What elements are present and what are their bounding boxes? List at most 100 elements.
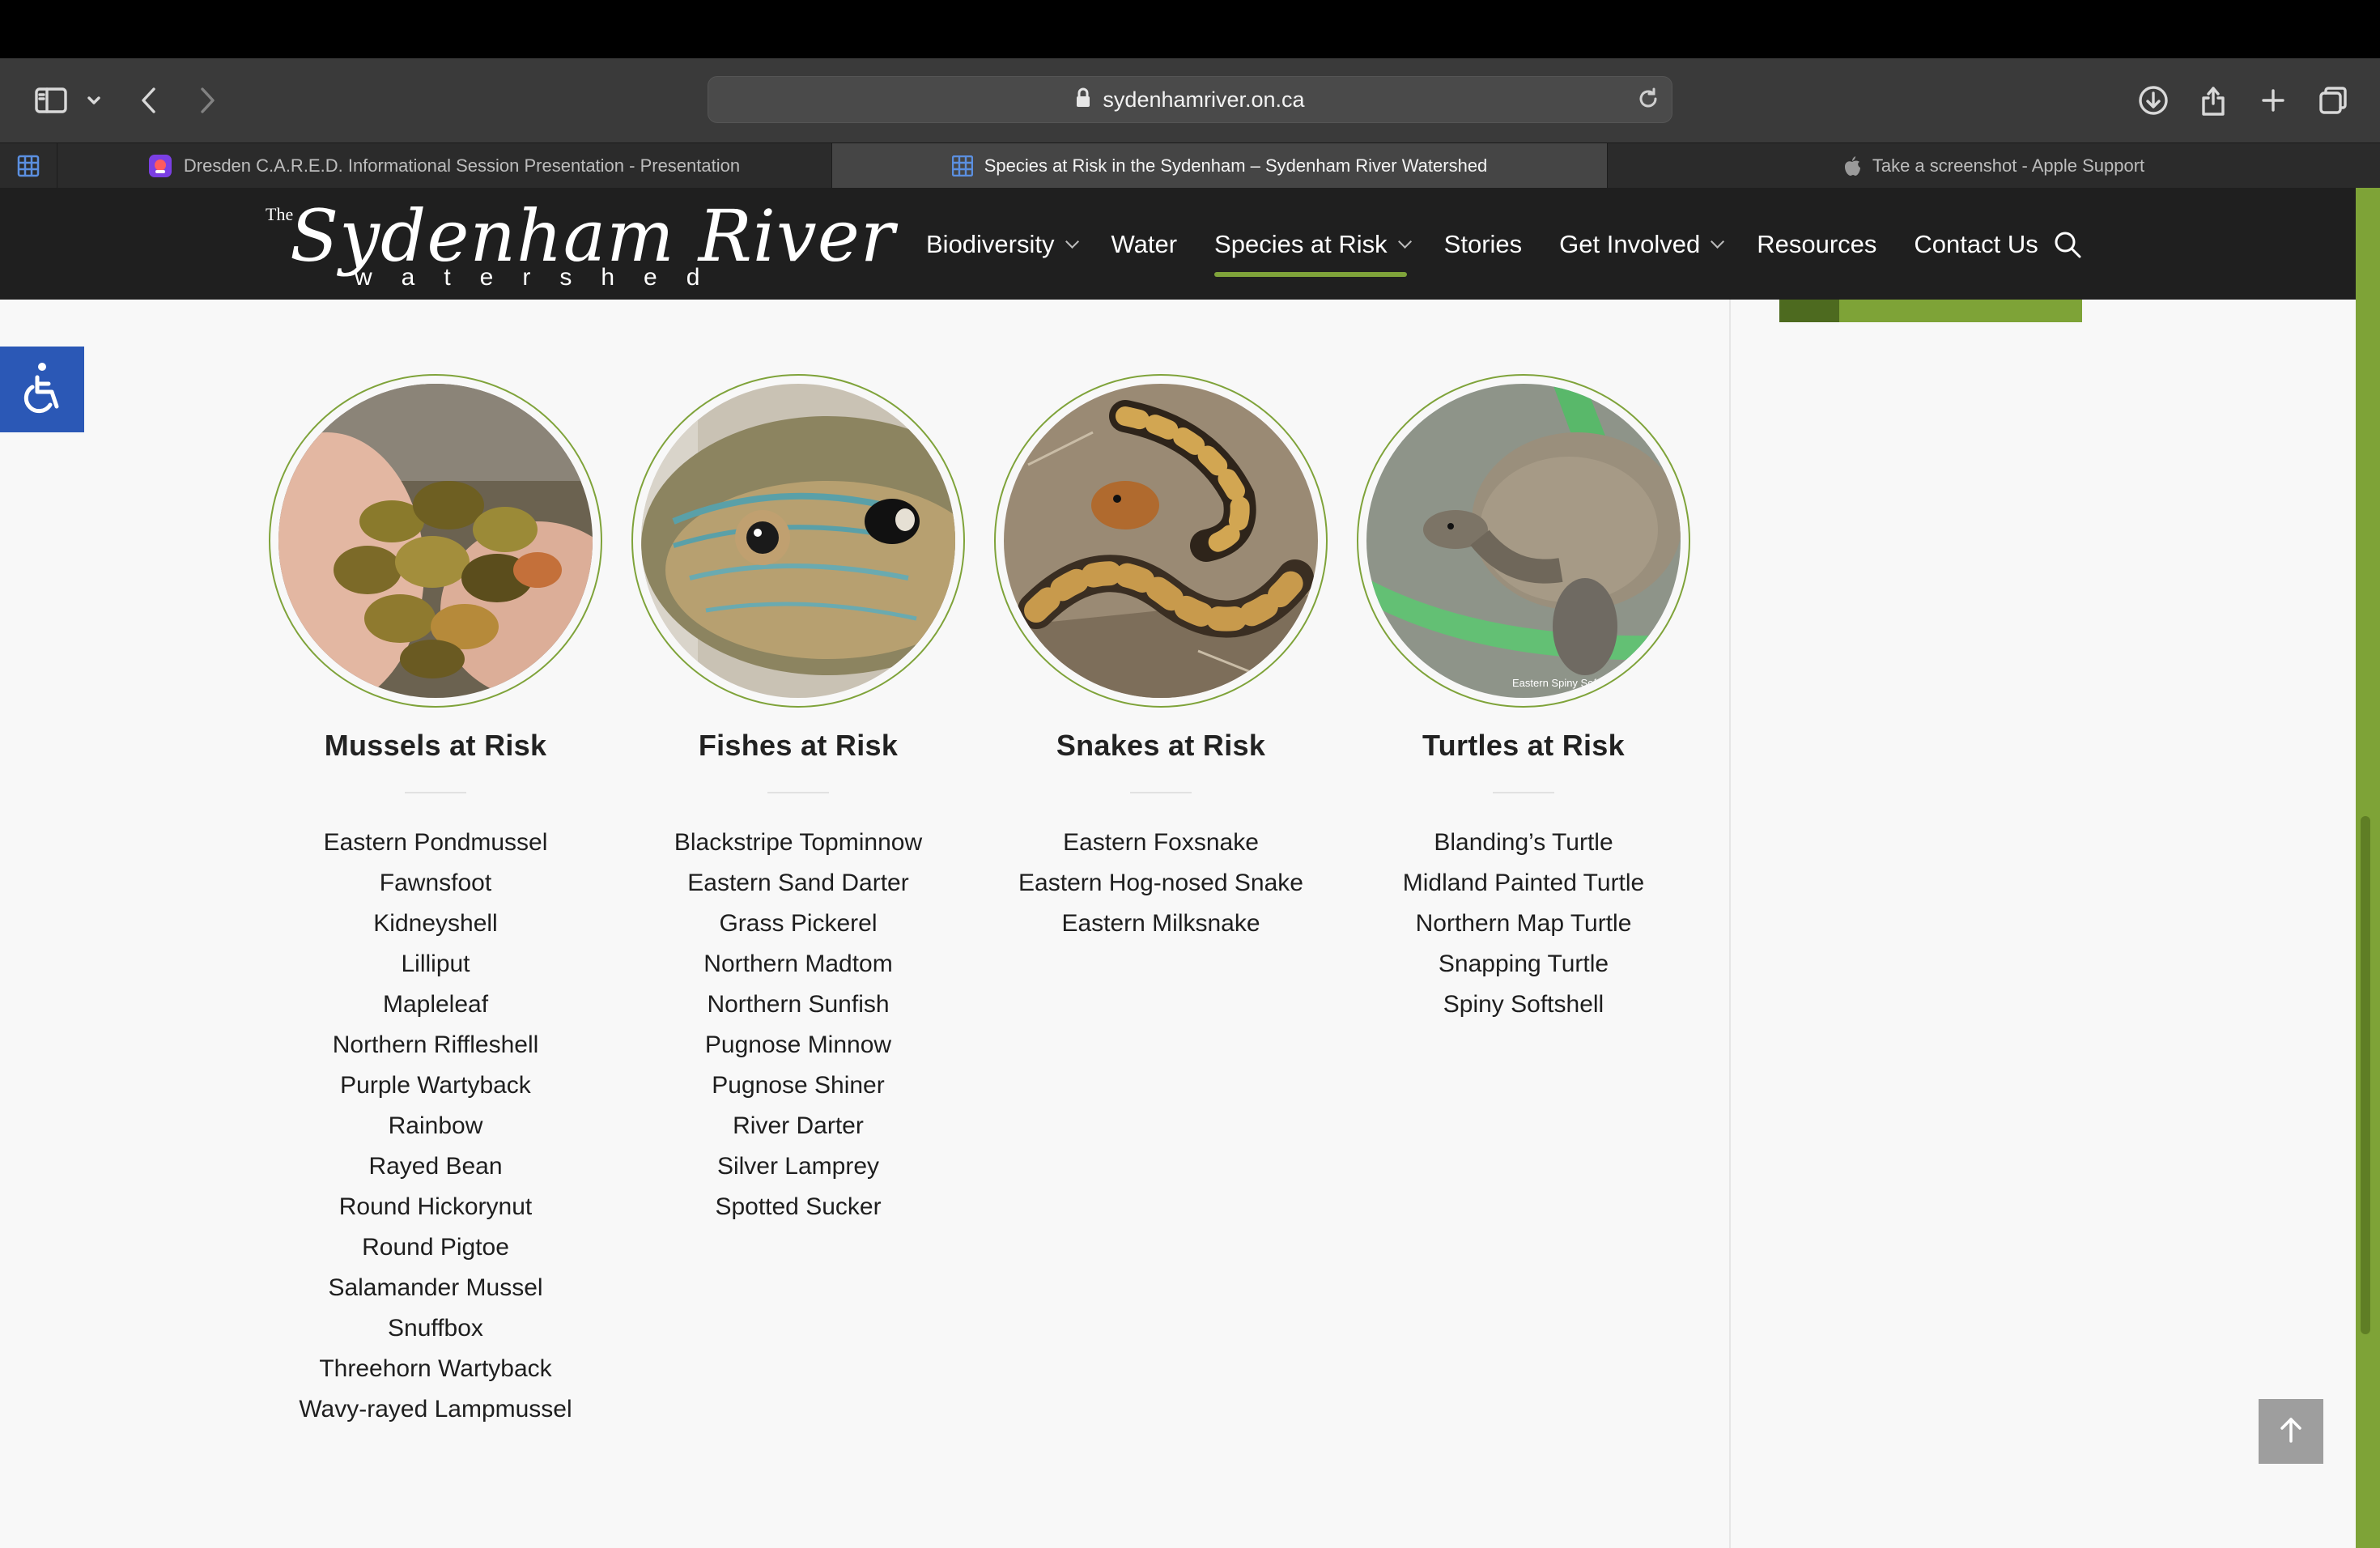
category-image-frame[interactable] <box>269 374 602 708</box>
species-item: Round Pigtoe <box>362 1234 509 1261</box>
species-item: Snuffbox <box>388 1315 483 1342</box>
species-item: Salamander Mussel <box>328 1274 543 1301</box>
species-item: Northern Madtom <box>703 950 893 977</box>
species-item: Lilliput <box>401 950 470 977</box>
page-scrollbar-thumb[interactable] <box>2361 816 2370 1334</box>
tab-overview-icon[interactable] <box>2317 79 2349 121</box>
back-to-top-button[interactable] <box>2259 1399 2323 1464</box>
reload-icon[interactable] <box>1636 87 1660 115</box>
species-list: Blanding’s Turtle Midland Painted Turtle… <box>1354 823 1694 1025</box>
nav-water[interactable]: Water <box>1111 230 1178 259</box>
title-separator <box>767 792 829 793</box>
nav-label: Resources <box>1757 230 1877 258</box>
species-item: Kidneyshell <box>373 910 498 937</box>
system-menu-bar <box>0 0 2380 58</box>
sidebar-progress-fill <box>1779 300 1839 322</box>
download-icon[interactable] <box>2136 79 2171 121</box>
category-title[interactable]: Fishes at Risk <box>628 729 968 763</box>
category-image-frame[interactable] <box>631 374 965 708</box>
nav-label: Biodiversity <box>926 230 1055 258</box>
species-item: Eastern Hog-nosed Snake <box>1018 870 1303 896</box>
new-tab-icon[interactable] <box>2257 79 2289 121</box>
presentation-app-icon <box>148 154 172 178</box>
search-icon[interactable] <box>2053 230 2082 263</box>
tab-dresden-presentation[interactable]: Dresden C.A.R.E.D. Informational Session… <box>57 143 832 189</box>
sidebar-toggle-icon[interactable] <box>31 79 71 121</box>
species-item: Eastern Milksnake <box>1061 910 1260 937</box>
chevron-down-icon[interactable] <box>84 79 104 121</box>
turtle-photo: Eastern Spiny Sof <box>1366 384 1681 698</box>
site-logo[interactable]: The Sydenham River watershed <box>266 194 895 295</box>
chevron-down-icon <box>1397 234 1412 249</box>
category-snakes: Snakes at Risk Eastern Foxsnake Eastern … <box>991 374 1331 944</box>
accessibility-button[interactable] <box>0 347 84 432</box>
species-item: Round Hickorynut <box>338 1193 533 1220</box>
category-title[interactable]: Mussels at Risk <box>266 729 606 763</box>
species-item: Eastern Foxsnake <box>1063 829 1259 856</box>
nav-label: Contact Us <box>1914 230 2038 258</box>
species-item: Blanding’s Turtle <box>1434 829 1613 856</box>
species-item: Midland Painted Turtle <box>1402 870 1645 896</box>
nav-biodiversity[interactable]: Biodiversity <box>926 230 1079 259</box>
species-item: Eastern Pondmussel <box>323 829 548 856</box>
species-item: Snapping Turtle <box>1438 950 1609 977</box>
species-item: Eastern Sand Darter <box>687 870 909 896</box>
species-list: Eastern Foxsnake Eastern Hog-nosed Snake… <box>991 823 1331 944</box>
tab-label: Dresden C.A.R.E.D. Informational Session… <box>183 155 741 176</box>
nav-label: Water <box>1111 230 1178 258</box>
content-sidebar-divider <box>1729 300 1731 1548</box>
species-item: Northern Sunfish <box>707 991 890 1018</box>
species-item: Fawnsfoot <box>379 870 492 896</box>
species-item: Rayed Bean <box>368 1153 503 1180</box>
title-separator <box>1493 792 1554 793</box>
tab-bar: Dresden C.A.R.E.D. Informational Session… <box>0 142 2380 189</box>
site-grid-icon <box>951 155 973 176</box>
nav-stories[interactable]: Stories <box>1444 230 1522 259</box>
species-item: Northern Map Turtle <box>1415 910 1632 937</box>
tab-apple-support[interactable]: Take a screenshot - Apple Support <box>1608 143 2380 189</box>
nav-contact-us[interactable]: Contact Us <box>1914 230 2038 259</box>
nav-label: Get Involved <box>1559 230 1701 258</box>
tab-group-icon[interactable] <box>0 143 57 189</box>
photo-caption: Eastern Spiny Sof <box>1512 677 1596 689</box>
species-item: River Darter <box>733 1112 864 1139</box>
species-item: Spiny Softshell <box>1443 991 1604 1018</box>
back-arrow-icon[interactable] <box>134 79 164 121</box>
species-list: Eastern Pondmussel Fawnsfoot Kidneyshell… <box>266 823 606 1430</box>
share-icon[interactable] <box>2197 79 2229 121</box>
title-separator <box>1130 792 1192 793</box>
title-separator <box>405 792 466 793</box>
category-image-frame[interactable]: Eastern Spiny Sof <box>1357 374 1690 708</box>
nav-label: Species at Risk <box>1214 230 1388 258</box>
category-turtles: Eastern Spiny Sof Turtles at Risk Blandi… <box>1354 374 1694 1025</box>
lock-icon <box>1075 87 1091 113</box>
species-item: Rainbow <box>388 1112 483 1139</box>
category-title[interactable]: Snakes at Risk <box>991 729 1331 763</box>
arrow-up-icon <box>2279 1416 2303 1448</box>
nav-species-at-risk[interactable]: Species at Risk <box>1214 230 1412 277</box>
category-title[interactable]: Turtles at Risk <box>1354 729 1694 763</box>
chevron-down-icon <box>1711 234 1725 249</box>
category-fishes: Fishes at Risk Blackstripe Topminnow Eas… <box>628 374 968 1227</box>
chevron-down-icon <box>1065 234 1079 249</box>
category-image-frame[interactable] <box>994 374 1328 708</box>
browser-toolbar: sydenhamriver.on.ca <box>0 58 2380 142</box>
accessibility-icon <box>16 359 68 420</box>
tab-label: Species at Risk in the Sydenham – Sydenh… <box>984 155 1488 176</box>
apple-icon <box>1843 155 1861 176</box>
species-item: Grass Pickerel <box>719 910 878 937</box>
species-item: Northern Riffleshell <box>332 1031 539 1058</box>
nav-get-involved[interactable]: Get Involved <box>1559 230 1725 259</box>
species-item: Mapleleaf <box>382 991 489 1018</box>
mussels-photo <box>278 384 593 698</box>
species-item: Wavy-rayed Lampmussel <box>299 1396 572 1423</box>
snake-photo <box>1004 384 1318 698</box>
category-mussels: Mussels at Risk Eastern Pondmussel Fawns… <box>266 374 606 1430</box>
species-item: Pugnose Minnow <box>704 1031 892 1058</box>
species-item: Purple Wartyback <box>340 1072 531 1099</box>
tab-species-at-risk[interactable]: Species at Risk in the Sydenham – Sydenh… <box>832 143 1608 189</box>
forward-arrow-icon[interactable] <box>193 79 222 121</box>
site-header: The Sydenham River watershed Biodiversit… <box>0 188 2356 300</box>
nav-resources[interactable]: Resources <box>1757 230 1876 259</box>
address-bar[interactable]: sydenhamriver.on.ca <box>708 76 1672 123</box>
